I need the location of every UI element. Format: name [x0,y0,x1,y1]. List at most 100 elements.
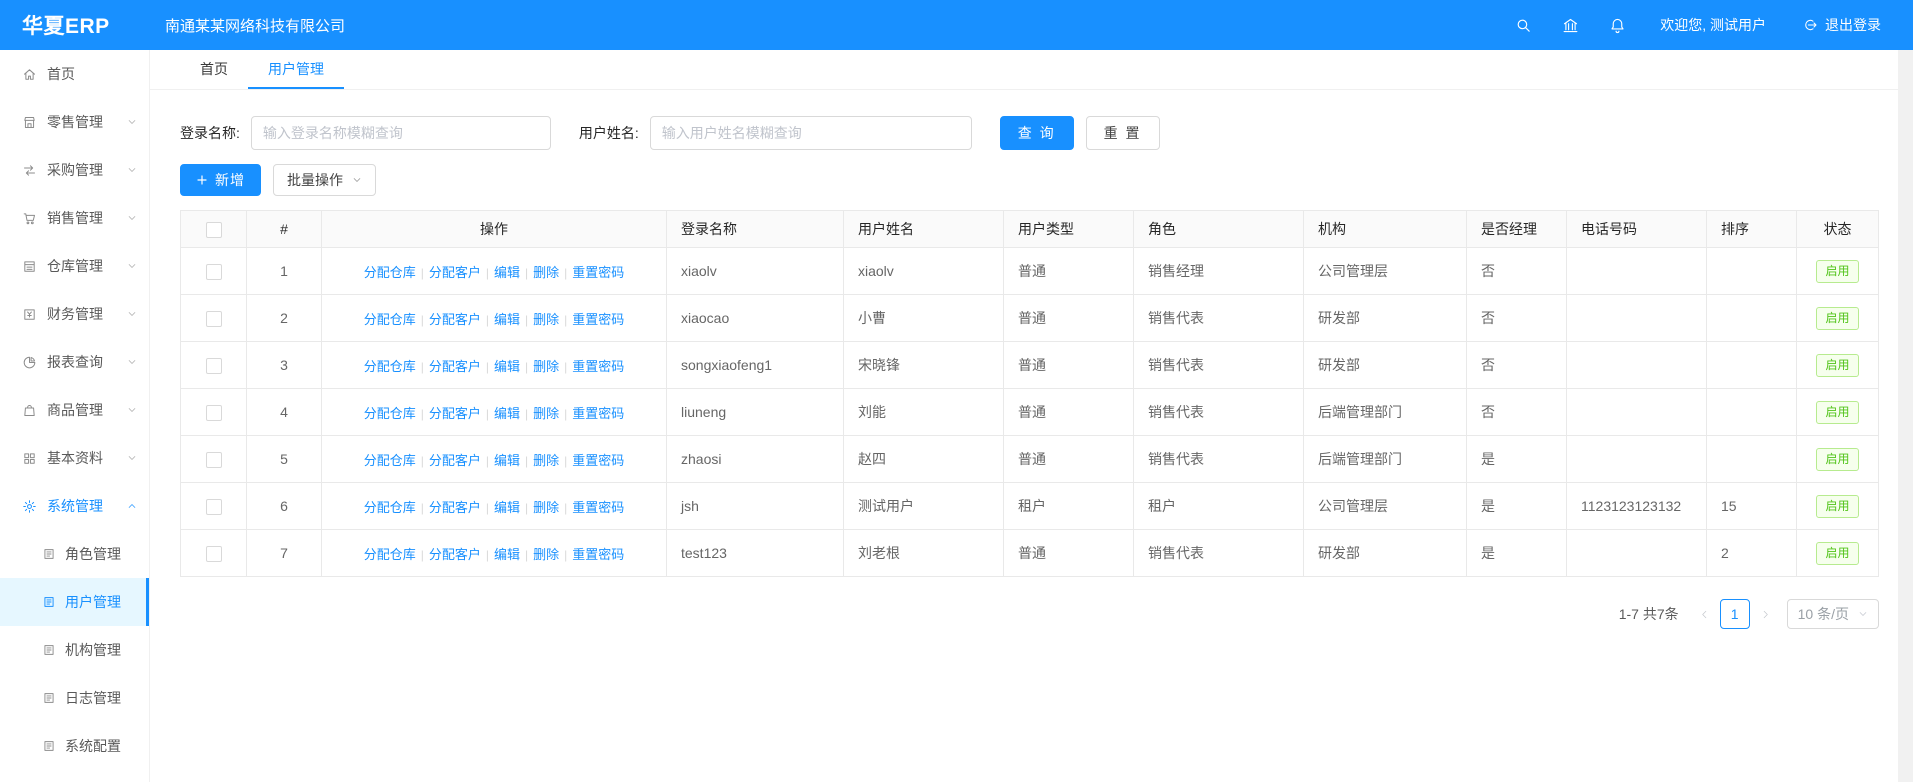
cell-type: 普通 [1004,389,1134,436]
next-page-icon[interactable] [1754,609,1777,620]
user-name-input[interactable] [650,116,972,150]
action-link[interactable]: 重置密码 [572,312,624,327]
action-separator: | [564,313,567,327]
current-page[interactable]: 1 [1720,599,1750,629]
sidebar-item[interactable]: 销售管理 [0,194,149,242]
logout-button[interactable]: 退出登录 [1802,15,1881,35]
bank-icon[interactable] [1562,17,1579,34]
action-separator: | [421,501,424,515]
sidebar-subitem[interactable]: 机构管理 [0,626,149,674]
action-link[interactable]: 编辑 [494,453,520,468]
action-link[interactable]: 分配仓库 [364,453,416,468]
home-icon [22,67,37,82]
action-link[interactable]: 删除 [533,406,559,421]
action-link[interactable]: 编辑 [494,500,520,515]
search-button[interactable]: 查 询 [1000,116,1074,150]
row-actions: 分配仓库|分配客户|编辑|删除|重置密码 [322,248,667,295]
scrollbar[interactable] [1898,50,1913,782]
action-link[interactable]: 重置密码 [572,500,624,515]
action-link[interactable]: 重置密码 [572,359,624,374]
action-link[interactable]: 分配客户 [429,547,481,562]
row-checkbox[interactable] [206,311,222,327]
bell-icon[interactable] [1609,17,1626,34]
sidebar-item[interactable]: 首页 [0,50,149,98]
row-checkbox[interactable] [206,405,222,421]
action-link[interactable]: 编辑 [494,406,520,421]
money-icon [22,307,37,322]
row-index: 5 [247,436,322,483]
sidebar-subitem[interactable]: 角色管理 [0,530,149,578]
cell-manager: 否 [1467,342,1567,389]
column-header: 用户类型 [1004,211,1134,248]
page-size-value: 10 条/页 [1798,604,1849,624]
sidebar-item[interactable]: 报表查询 [0,338,149,386]
sidebar-subitem[interactable]: 用户管理 [0,578,149,626]
action-link[interactable]: 分配仓库 [364,406,416,421]
action-link[interactable]: 删除 [533,265,559,280]
cell-name: 刘老根 [844,530,1004,577]
action-link[interactable]: 分配仓库 [364,312,416,327]
select-all-checkbox[interactable] [206,222,222,238]
cell-name: 测试用户 [844,483,1004,530]
sidebar-item[interactable]: 财务管理 [0,290,149,338]
action-link[interactable]: 编辑 [494,265,520,280]
action-separator: | [421,548,424,562]
action-link[interactable]: 删除 [533,453,559,468]
prev-page-icon[interactable] [1693,609,1716,620]
action-link[interactable]: 重置密码 [572,453,624,468]
sidebar-item-label: 基本资料 [47,448,103,468]
action-link[interactable]: 分配客户 [429,406,481,421]
sidebar-item[interactable]: 商品管理 [0,386,149,434]
batch-operations-button[interactable]: 批量操作 [273,164,376,196]
action-link[interactable]: 分配客户 [429,453,481,468]
action-link[interactable]: 编辑 [494,547,520,562]
action-link[interactable]: 重置密码 [572,547,624,562]
tab-user-management[interactable]: 用户管理 [248,50,344,89]
action-link[interactable]: 分配仓库 [364,547,416,562]
sidebar-subitem-label: 用户管理 [65,592,121,612]
sidebar-item[interactable]: 系统管理 [0,482,149,530]
row-checkbox[interactable] [206,264,222,280]
search-icon[interactable] [1515,17,1532,34]
row-checkbox[interactable] [206,452,222,468]
action-link[interactable]: 重置密码 [572,406,624,421]
action-link[interactable]: 分配仓库 [364,500,416,515]
action-link[interactable]: 重置密码 [572,265,624,280]
add-button[interactable]: 新增 [180,164,261,196]
sidebar-item[interactable]: 采购管理 [0,146,149,194]
sidebar-item-label: 系统管理 [47,496,103,516]
sidebar-subitem[interactable]: 日志管理 [0,674,149,722]
column-header: 用户姓名 [844,211,1004,248]
action-link[interactable]: 编辑 [494,359,520,374]
row-checkbox[interactable] [206,358,222,374]
page-size-select[interactable]: 10 条/页 [1787,599,1879,629]
row-checkbox[interactable] [206,499,222,515]
action-separator: | [486,501,489,515]
action-link[interactable]: 编辑 [494,312,520,327]
cell-type: 租户 [1004,483,1134,530]
login-name-input[interactable] [251,116,551,150]
row-checkbox[interactable] [206,546,222,562]
action-link[interactable]: 删除 [533,312,559,327]
sidebar-subitem[interactable]: 系统配置 [0,722,149,770]
sidebar-item[interactable]: 基本资料 [0,434,149,482]
action-link[interactable]: 删除 [533,547,559,562]
cell-org: 公司管理层 [1304,248,1467,295]
action-link[interactable]: 分配客户 [429,312,481,327]
action-link[interactable]: 分配客户 [429,500,481,515]
reset-button[interactable]: 重 置 [1086,116,1160,150]
table-row: 6分配仓库|分配客户|编辑|删除|重置密码jsh测试用户租户租户公司管理层是11… [181,483,1879,530]
action-link[interactable]: 分配仓库 [364,359,416,374]
action-separator: | [564,360,567,374]
action-link[interactable]: 删除 [533,359,559,374]
cell-phone [1567,436,1707,483]
tab-home[interactable]: 首页 [180,50,248,89]
action-link[interactable]: 分配客户 [429,265,481,280]
sidebar-item[interactable]: 零售管理 [0,98,149,146]
action-separator: | [486,266,489,280]
sidebar-item[interactable]: 仓库管理 [0,242,149,290]
table-header-row: #操作登录名称用户姓名用户类型角色机构是否经理电话号码排序状态 [181,211,1879,248]
action-link[interactable]: 分配客户 [429,359,481,374]
action-link[interactable]: 分配仓库 [364,265,416,280]
action-link[interactable]: 删除 [533,500,559,515]
